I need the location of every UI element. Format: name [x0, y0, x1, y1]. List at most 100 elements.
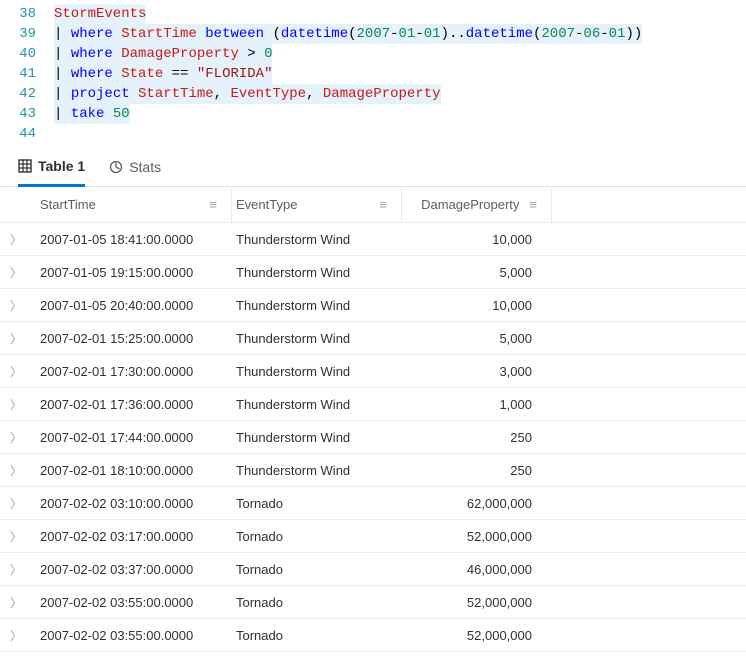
cell-eventtype: Tornado [232, 562, 402, 577]
cell-starttime: 2007-02-01 17:44:00.0000 [32, 430, 232, 445]
code-line[interactable]: 41| where State == "FLORIDA" [0, 64, 746, 84]
line-number: 38 [0, 4, 54, 24]
code-line[interactable]: 39| where StartTime between (datetime(20… [0, 24, 746, 44]
code-content[interactable]: | where State == "FLORIDA" [54, 64, 272, 84]
line-number: 44 [0, 124, 54, 144]
cell-starttime: 2007-02-01 15:25:00.0000 [32, 331, 232, 346]
cell-starttime: 2007-01-05 20:40:00.0000 [32, 298, 232, 313]
expand-row-button[interactable]: 〉 [0, 264, 32, 281]
cell-damageproperty: 62,000,000 [402, 496, 552, 511]
expand-row-button[interactable]: 〉 [0, 495, 32, 512]
chevron-right-icon: 〉 [10, 561, 22, 578]
cell-starttime: 2007-02-02 03:17:00.0000 [32, 529, 232, 544]
table-icon [18, 159, 32, 173]
chevron-right-icon: 〉 [10, 495, 22, 512]
code-content[interactable]: | where DamageProperty > 0 [54, 44, 272, 64]
code-content[interactable]: | take 50 [54, 104, 130, 124]
cell-eventtype: Tornado [232, 628, 402, 643]
expand-row-button[interactable]: 〉 [0, 231, 32, 248]
expand-row-button[interactable]: 〉 [0, 429, 32, 446]
cell-eventtype: Thunderstorm Wind [232, 331, 402, 346]
table-row[interactable]: 〉2007-02-01 15:25:00.0000Thunderstorm Wi… [0, 322, 746, 355]
column-header-damageproperty[interactable]: DamageProperty ≡ [402, 187, 552, 222]
table-row[interactable]: 〉2007-01-05 18:41:00.0000Thunderstorm Wi… [0, 223, 746, 256]
column-header-label: StartTime [40, 197, 96, 212]
column-header-starttime[interactable]: StartTime ≡ [32, 187, 232, 222]
table-row[interactable]: 〉 2007-01-05 19:15:00.0000Thunderstorm Wi… [0, 256, 746, 289]
chevron-right-icon: 〉 [10, 297, 22, 314]
table-row[interactable]: 〉 2007-01-05 20:40:00.0000Thunderstorm Wi… [0, 289, 746, 322]
code-content[interactable]: | where StartTime between (datetime(2007… [54, 24, 642, 44]
cell-eventtype: Tornado [232, 595, 402, 610]
line-number: 43 [0, 104, 54, 124]
cell-starttime: 2007-01-05 19:15:00.0000 [32, 265, 232, 280]
cell-damageproperty: 52,000,000 [402, 529, 552, 544]
code-line[interactable]: 42| project StartTime, EventType, Damage… [0, 84, 746, 104]
results-grid: StartTime ≡ EventType ≡ DamageProperty ≡… [0, 187, 746, 652]
cell-starttime: 2007-02-02 03:37:00.0000 [32, 562, 232, 577]
cell-damageproperty: 5,000 [402, 331, 552, 346]
chevron-right-icon: 〉 [10, 264, 22, 281]
tab-stats[interactable]: Stats [109, 158, 161, 186]
expand-row-button[interactable]: 〉 [0, 396, 32, 413]
cell-eventtype: Thunderstorm Wind [232, 430, 402, 445]
query-editor[interactable]: 38StormEvents39| where StartTime between… [0, 0, 746, 148]
table-row[interactable]: 〉2007-02-01 17:30:00.0000Thunderstorm Wi… [0, 355, 746, 388]
column-header-eventtype[interactable]: EventType ≡ [232, 187, 402, 222]
cell-damageproperty: 250 [402, 463, 552, 478]
expand-row-button[interactable]: 〉 [0, 594, 32, 611]
expand-row-button[interactable]: 〉 [0, 627, 32, 644]
cell-starttime: 2007-02-01 17:36:00.0000 [32, 397, 232, 412]
column-menu-icon[interactable]: ≡ [529, 197, 537, 212]
column-menu-icon[interactable]: ≡ [209, 197, 217, 212]
expand-row-button[interactable]: 〉 [0, 561, 32, 578]
cell-damageproperty: 5,000 [402, 265, 552, 280]
column-menu-icon[interactable]: ≡ [379, 197, 387, 212]
cell-starttime: 2007-02-02 03:10:00.0000 [32, 496, 232, 511]
chevron-right-icon: 〉 [10, 231, 22, 248]
cell-damageproperty: 250 [402, 430, 552, 445]
expand-row-button[interactable]: 〉 [0, 528, 32, 545]
chevron-right-icon: 〉 [10, 462, 22, 479]
table-row[interactable]: 〉 2007-02-02 03:10:00.0000Tornado62,000,0… [0, 487, 746, 520]
table-row[interactable]: 〉2007-02-01 18:10:00.0000Thunderstorm Wi… [0, 454, 746, 487]
line-number: 40 [0, 44, 54, 64]
cell-eventtype: Thunderstorm Wind [232, 298, 402, 313]
column-header-label: EventType [236, 197, 297, 212]
expand-row-button[interactable]: 〉 [0, 297, 32, 314]
cell-damageproperty: 10,000 [402, 298, 552, 313]
table-row[interactable]: 〉 2007-02-02 03:37:00.0000Tornado46,000,0… [0, 553, 746, 586]
expand-row-button[interactable]: 〉 [0, 462, 32, 479]
line-number: 42 [0, 84, 54, 104]
cell-eventtype: Tornado [232, 496, 402, 511]
cell-eventtype: Thunderstorm Wind [232, 463, 402, 478]
code-content[interactable]: StormEvents [54, 4, 146, 24]
expand-row-button[interactable]: 〉 [0, 330, 32, 347]
code-line[interactable]: 43| take 50 [0, 104, 746, 124]
line-number: 39 [0, 24, 54, 44]
cell-eventtype: Thunderstorm Wind [232, 397, 402, 412]
cell-starttime: 2007-02-02 03:55:00.0000 [32, 628, 232, 643]
expand-row-button[interactable]: 〉 [0, 363, 32, 380]
tab-stats-label: Stats [129, 159, 161, 175]
code-line[interactable]: 38StormEvents [0, 4, 746, 24]
code-line[interactable]: 40| where DamageProperty > 0 [0, 44, 746, 64]
code-content[interactable]: | project StartTime, EventType, DamagePr… [54, 84, 441, 104]
cell-starttime: 2007-02-02 03:55:00.0000 [32, 595, 232, 610]
cell-eventtype: Thunderstorm Wind [232, 232, 402, 247]
cell-damageproperty: 46,000,000 [402, 562, 552, 577]
line-number: 41 [0, 64, 54, 84]
cell-eventtype: Thunderstorm Wind [232, 265, 402, 280]
table-row[interactable]: 〉2007-02-02 03:55:00.0000Tornado52,000,0… [0, 619, 746, 652]
cell-eventtype: Tornado [232, 529, 402, 544]
chevron-right-icon: 〉 [10, 594, 22, 611]
table-row[interactable]: 〉2007-02-02 03:55:00.0000Tornado52,000,0… [0, 586, 746, 619]
table-row[interactable]: 〉2007-02-02 03:17:00.0000Tornado52,000,0… [0, 520, 746, 553]
cell-damageproperty: 1,000 [402, 397, 552, 412]
table-row[interactable]: 〉2007-02-01 17:44:00.0000Thunderstorm Wi… [0, 421, 746, 454]
chevron-right-icon: 〉 [10, 627, 22, 644]
code-line[interactable]: 44 [0, 124, 746, 144]
table-row[interactable]: 〉2007-02-01 17:36:00.0000Thunderstorm Wi… [0, 388, 746, 421]
tab-table[interactable]: Table 1 [18, 158, 85, 187]
tab-table-label: Table 1 [38, 158, 85, 174]
